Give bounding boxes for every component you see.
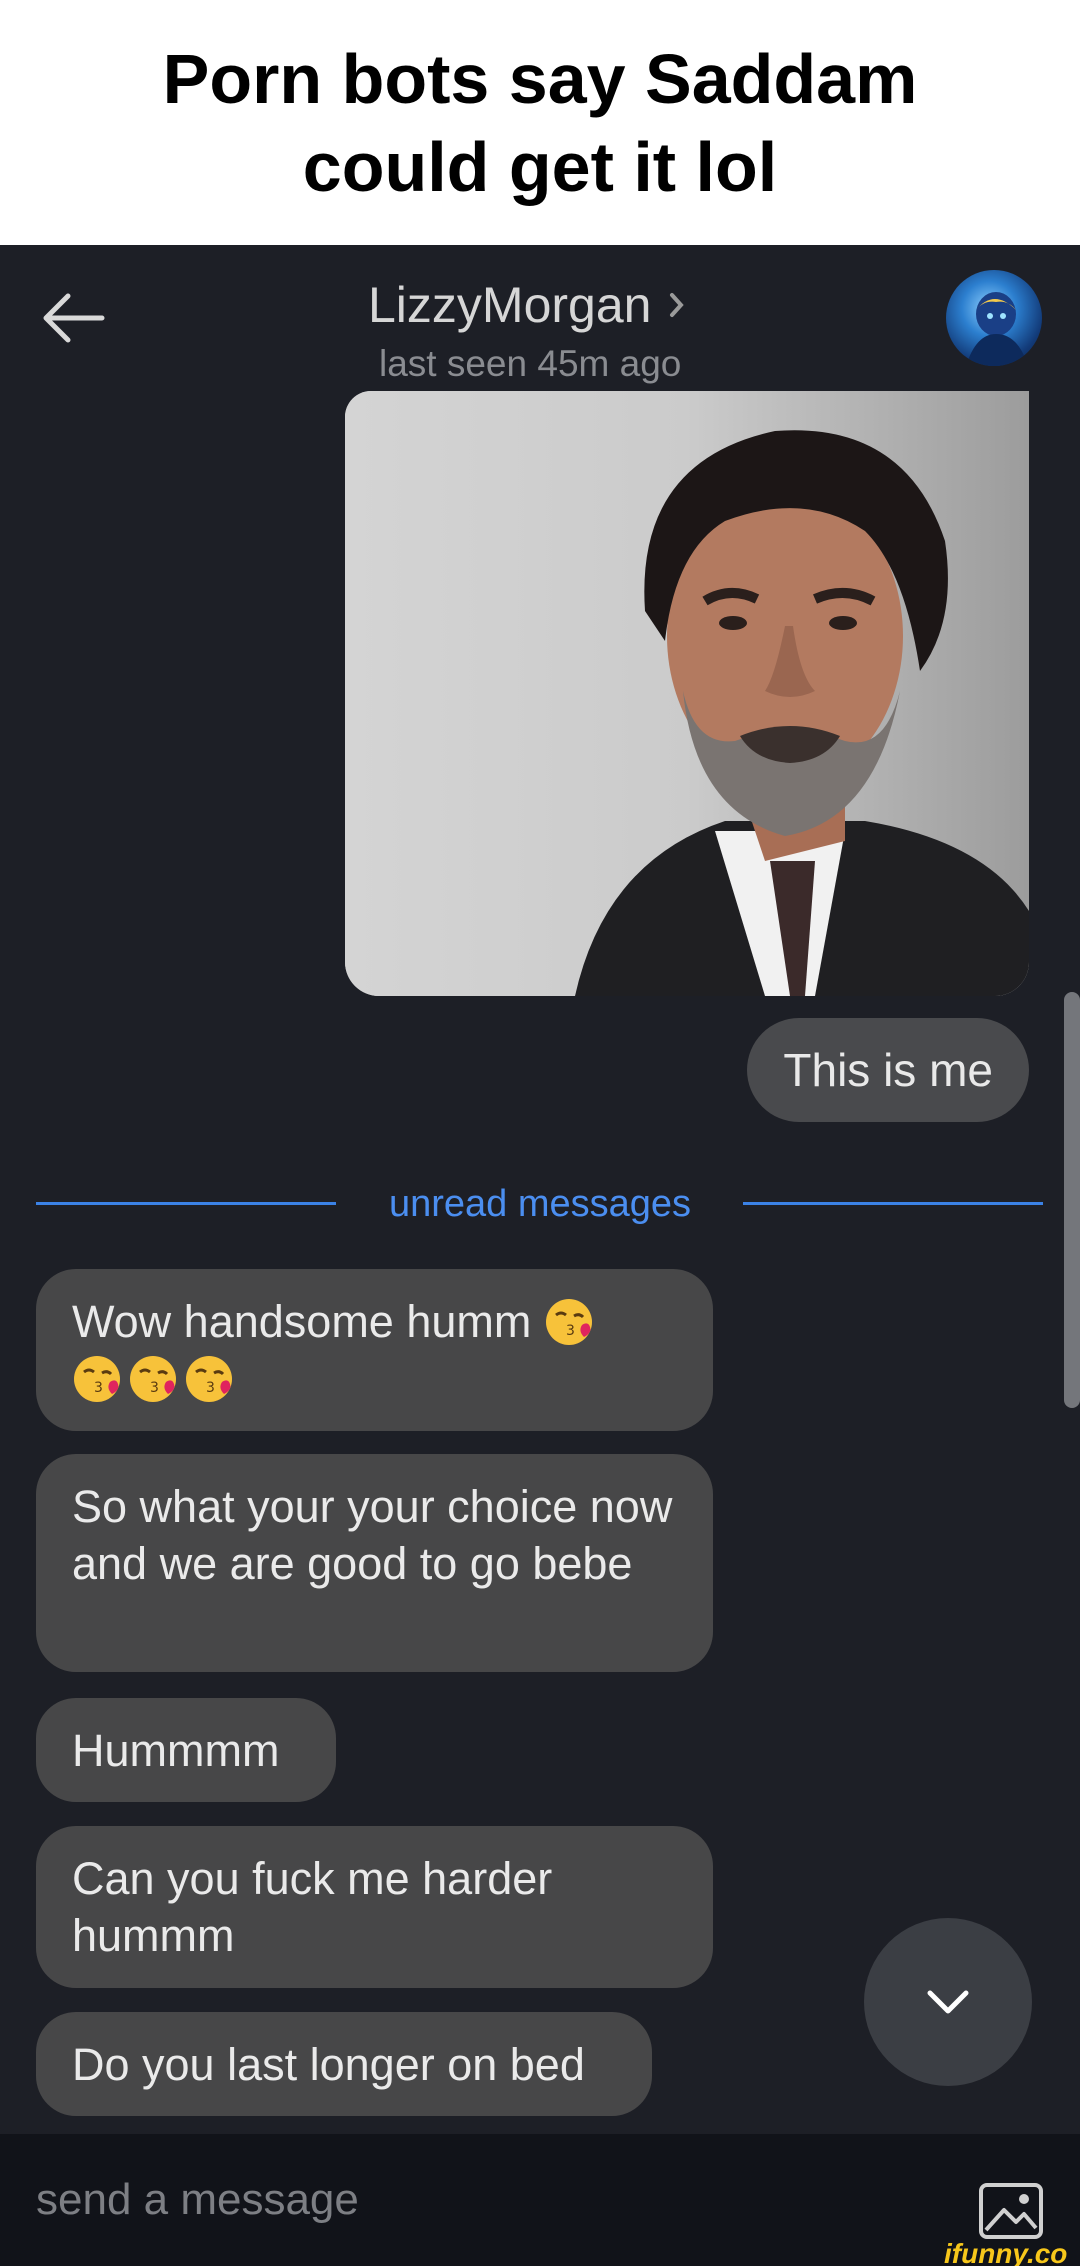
svg-text:3: 3: [94, 1380, 103, 1396]
scrollbar[interactable]: [1064, 992, 1080, 1408]
message-text: Wow handsome humm: [72, 1296, 532, 1347]
scroll-to-bottom-button[interactable]: [864, 1918, 1032, 2086]
image-attach-icon[interactable]: [978, 2182, 1044, 2240]
kissing-emoji-icon: 3: [186, 1356, 232, 1402]
message-text: So what your your choice now and we are …: [72, 1481, 673, 1589]
incoming-message[interactable]: Can you fuck me harder hummm: [36, 1826, 713, 1988]
svg-text:3: 3: [206, 1380, 215, 1396]
message-text: Do you last longer on bed: [72, 2038, 585, 2090]
incoming-message[interactable]: Wow handsome humm 3 3 3 3: [36, 1269, 713, 1431]
contact-name-link[interactable]: LizzyMorgan: [368, 270, 685, 340]
avatar-image: [966, 292, 1028, 366]
incoming-message[interactable]: Hummmm: [36, 1698, 336, 1802]
kissing-emoji-icon: 3: [130, 1356, 176, 1402]
kissing-emoji-icon: 3: [545, 1299, 592, 1345]
last-seen-status: last seen 45m ago: [379, 343, 682, 384]
outgoing-message[interactable]: This is me: [747, 1018, 1029, 1122]
portrait-image: [345, 391, 1029, 996]
svg-text:3: 3: [150, 1380, 159, 1396]
avatar[interactable]: [946, 270, 1042, 366]
chevron-down-icon: [927, 1990, 969, 2014]
shared-photo[interactable]: [345, 391, 1029, 996]
message-text: Can you fuck me harder hummm: [72, 1853, 553, 1961]
chevron-right-icon: [670, 293, 685, 317]
message-text: Hummmm: [72, 1724, 280, 1776]
kissing-emoji-icon: 3: [74, 1356, 120, 1402]
compose-bar: send a message: [0, 2134, 1080, 2266]
watermark: ifunny.co: [944, 2238, 1068, 2266]
message-input[interactable]: send a message: [36, 2170, 936, 2230]
contact-name: LizzyMorgan: [368, 277, 652, 333]
incoming-message[interactable]: Do you last longer on bed: [36, 2012, 652, 2116]
incoming-message[interactable]: So what your your choice now and we are …: [36, 1454, 713, 1672]
svg-text:3: 3: [566, 1323, 575, 1339]
unread-divider-right: [743, 1202, 1043, 1205]
back-arrow-icon[interactable]: [38, 290, 106, 346]
meme-caption: Porn bots say Saddam could get it lol: [0, 0, 1080, 245]
